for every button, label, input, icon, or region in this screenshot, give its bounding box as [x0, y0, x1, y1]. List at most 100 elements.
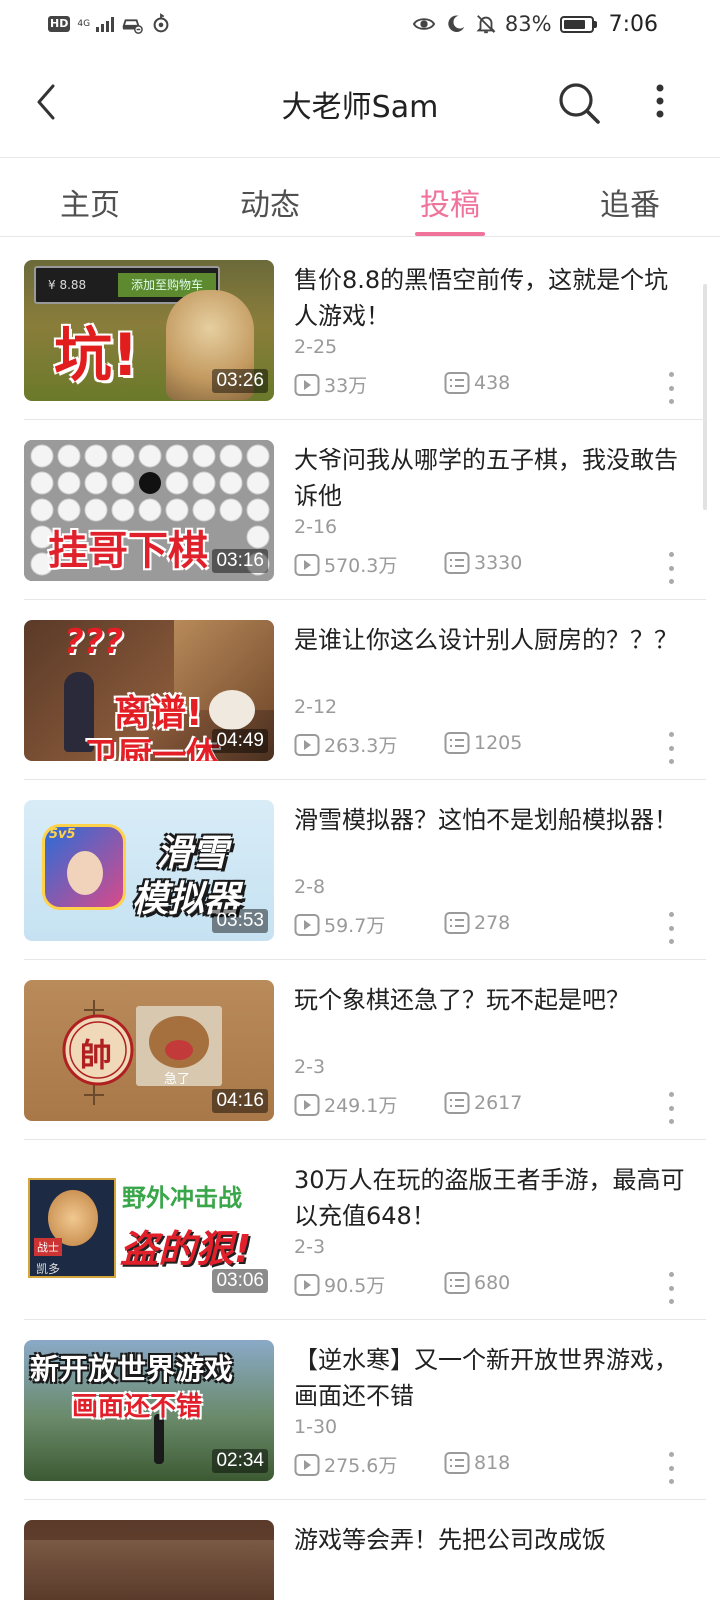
video-duration: 03:16 — [212, 549, 268, 573]
status-right: 83% 7:06 — [411, 12, 658, 37]
video-title[interactable]: 是谁让你这么设计别人厨房的？？？ — [294, 622, 690, 694]
item-more-button[interactable] — [660, 1090, 682, 1126]
video-title[interactable]: 售价8.8的黑悟空前传，这就是个坑人游戏！ — [294, 262, 690, 334]
thumb-caption: 盗的狠! — [120, 1227, 252, 1271]
video-date: 2-3 — [294, 1236, 326, 1258]
danmaku-count: 278 — [444, 911, 510, 935]
thumb-caption: 滑雪 — [156, 833, 229, 874]
video-thumbnail[interactable]: 帥 急了 04:16 — [24, 980, 274, 1121]
video-stats: 59.7万 278 — [294, 911, 674, 941]
play-count: 33万 — [294, 371, 367, 398]
danmaku-icon — [444, 1092, 470, 1114]
danmaku-icon — [444, 1272, 470, 1294]
network-type: 4G — [77, 18, 91, 29]
moon-icon — [448, 15, 465, 32]
video-item[interactable]: 5v5 滑雪 模拟器 03:53 滑雪模拟器？这怕不是划船模拟器！ 2-8 59… — [0, 780, 720, 960]
play-count: 570.3万 — [294, 551, 397, 578]
video-title[interactable]: 滑雪模拟器？这怕不是划船模拟器！ — [294, 802, 690, 874]
thumb-caption-2: 卫厨一体 — [84, 736, 220, 761]
thumb-caption: 帥 — [80, 1036, 113, 1074]
play-count-icon — [294, 553, 320, 576]
thumb-game-badge: 5v5 — [49, 827, 76, 842]
danmaku-count-value: 680 — [474, 1272, 511, 1294]
video-stats: 33万 438 — [294, 371, 674, 401]
back-button[interactable] — [26, 80, 66, 124]
item-more-button[interactable] — [660, 730, 682, 766]
video-date: 1-30 — [294, 1416, 338, 1438]
signal-icon — [96, 16, 115, 32]
video-title[interactable]: 大爷问我从哪学的五子棋，我没敢告诉他 — [294, 442, 690, 514]
item-more-button[interactable] — [660, 550, 682, 586]
thumb-subcaption: 急了 — [164, 1072, 191, 1087]
item-more-button[interactable] — [660, 1450, 682, 1486]
eye-icon — [412, 18, 436, 30]
app-header: 大老师Sam — [0, 52, 720, 152]
hd-badge: HD — [48, 16, 71, 32]
video-item[interactable]: 帥 急了 04:16 玩个象棋还急了？玩不起是吧？ 2-3 249.1万 261… — [0, 960, 720, 1140]
video-item[interactable]: 新开放世界游戏 画面还不错 02:34 【逆水寒】又一个新开放世界游戏，画面还不… — [0, 1320, 720, 1500]
video-item[interactable]: ¥ 8.88 添加至购物车 坑! 03:26 售价8.8的黑悟空前传，这就是个坑… — [0, 240, 720, 420]
thumb-caption: 坑! — [54, 321, 139, 389]
video-thumbnail[interactable]: ??? 离谱! 卫厨一体 04:49 — [24, 620, 274, 761]
play-count-value: 570.3万 — [324, 555, 398, 577]
item-more-button[interactable] — [660, 1270, 682, 1306]
more-options-button[interactable] — [644, 80, 676, 126]
video-title[interactable]: 玩个象棋还急了？玩不起是吧？ — [294, 982, 690, 1054]
danmaku-count-value: 818 — [474, 1452, 511, 1474]
item-more-button[interactable] — [660, 370, 682, 406]
danmaku-count-value: 438 — [474, 372, 511, 394]
video-thumbnail[interactable]: ¥ 8.88 添加至购物车 坑! 03:26 — [24, 260, 274, 401]
danmaku-icon — [444, 372, 470, 394]
play-count-value: 275.6万 — [324, 1455, 398, 1477]
thumb-caption-2: 画面还不错 — [72, 1392, 203, 1422]
play-count-icon — [294, 1093, 320, 1116]
tab-home[interactable]: 主页 — [0, 158, 180, 236]
tab-label: 动态 — [240, 188, 300, 223]
video-title[interactable]: 【逆水寒】又一个新开放世界游戏，画面还不错 — [294, 1342, 690, 1414]
item-more-button[interactable] — [660, 910, 682, 946]
tab-bangumi[interactable]: 追番 — [540, 158, 720, 236]
danmaku-count: 3330 — [444, 551, 522, 575]
thumb-game-icon: 5v5 — [42, 824, 126, 910]
danmaku-count: 1205 — [444, 731, 522, 755]
search-icon — [559, 83, 600, 124]
play-count: 263.3万 — [294, 731, 397, 758]
tab-dynamic[interactable]: 动态 — [180, 158, 360, 236]
danmaku-count: 438 — [444, 371, 510, 395]
thumb-toilet — [209, 690, 255, 730]
tab-label: 主页 — [60, 188, 120, 223]
video-title[interactable]: 30万人在玩的盗版王者手游，最高可以充值648！ — [294, 1162, 690, 1234]
video-item[interactable]: ??? 离谱! 卫厨一体 04:49 是谁让你这么设计别人厨房的？？？ 2-12… — [0, 600, 720, 780]
status-bar: HD 4G 83% 7:06 — [0, 0, 720, 48]
video-duration: 03:53 — [212, 909, 268, 933]
video-stats: 90.5万 680 — [294, 1271, 674, 1301]
play-count: 249.1万 — [294, 1091, 397, 1118]
play-count-value: 249.1万 — [324, 1095, 398, 1117]
thumb-caption-2: 野外冲击战 — [122, 1184, 242, 1212]
video-date: 2-25 — [294, 336, 338, 358]
thumb-hero-card: 战士 凯多 — [28, 1178, 116, 1278]
video-item[interactable]: 挂哥下棋 03:16 大爷问我从哪学的五子棋，我没敢告诉他 2-16 570.3… — [0, 420, 720, 600]
play-count-icon — [294, 733, 320, 756]
danmaku-icon — [444, 552, 470, 574]
car-wifi-icon — [122, 19, 144, 34]
play-count-value: 263.3万 — [324, 735, 398, 757]
danmaku-count: 680 — [444, 1271, 510, 1295]
video-date: 2-12 — [294, 696, 338, 718]
video-thumbnail[interactable]: 新开放世界游戏 画面还不错 02:34 — [24, 1340, 274, 1481]
tab-submissions[interactable]: 投稿 — [360, 158, 540, 236]
danmaku-count-value: 1205 — [474, 732, 523, 754]
video-thumbnail[interactable]: 挂哥下棋 03:16 — [24, 440, 274, 581]
video-thumbnail[interactable] — [24, 1520, 274, 1600]
tab-label: 投稿 — [420, 188, 480, 223]
play-count-icon — [294, 373, 320, 396]
play-count: 275.6万 — [294, 1451, 397, 1478]
status-left: HD 4G — [48, 12, 172, 36]
video-item[interactable]: 游戏等会弄！先把公司改成饭 — [0, 1500, 720, 1600]
video-thumbnail[interactable]: 战士 凯多 野外冲击战 盗的狠! 03:06 — [24, 1160, 274, 1301]
video-thumbnail[interactable]: 5v5 滑雪 模拟器 03:53 — [24, 800, 274, 941]
video-title[interactable]: 游戏等会弄！先把公司改成饭 — [294, 1522, 690, 1594]
search-button[interactable] — [556, 80, 602, 126]
video-list: ¥ 8.88 添加至购物车 坑! 03:26 售价8.8的黑悟空前传，这就是个坑… — [0, 240, 720, 1600]
video-item[interactable]: 战士 凯多 野外冲击战 盗的狠! 03:06 30万人在玩的盗版王者手游，最高可… — [0, 1140, 720, 1320]
